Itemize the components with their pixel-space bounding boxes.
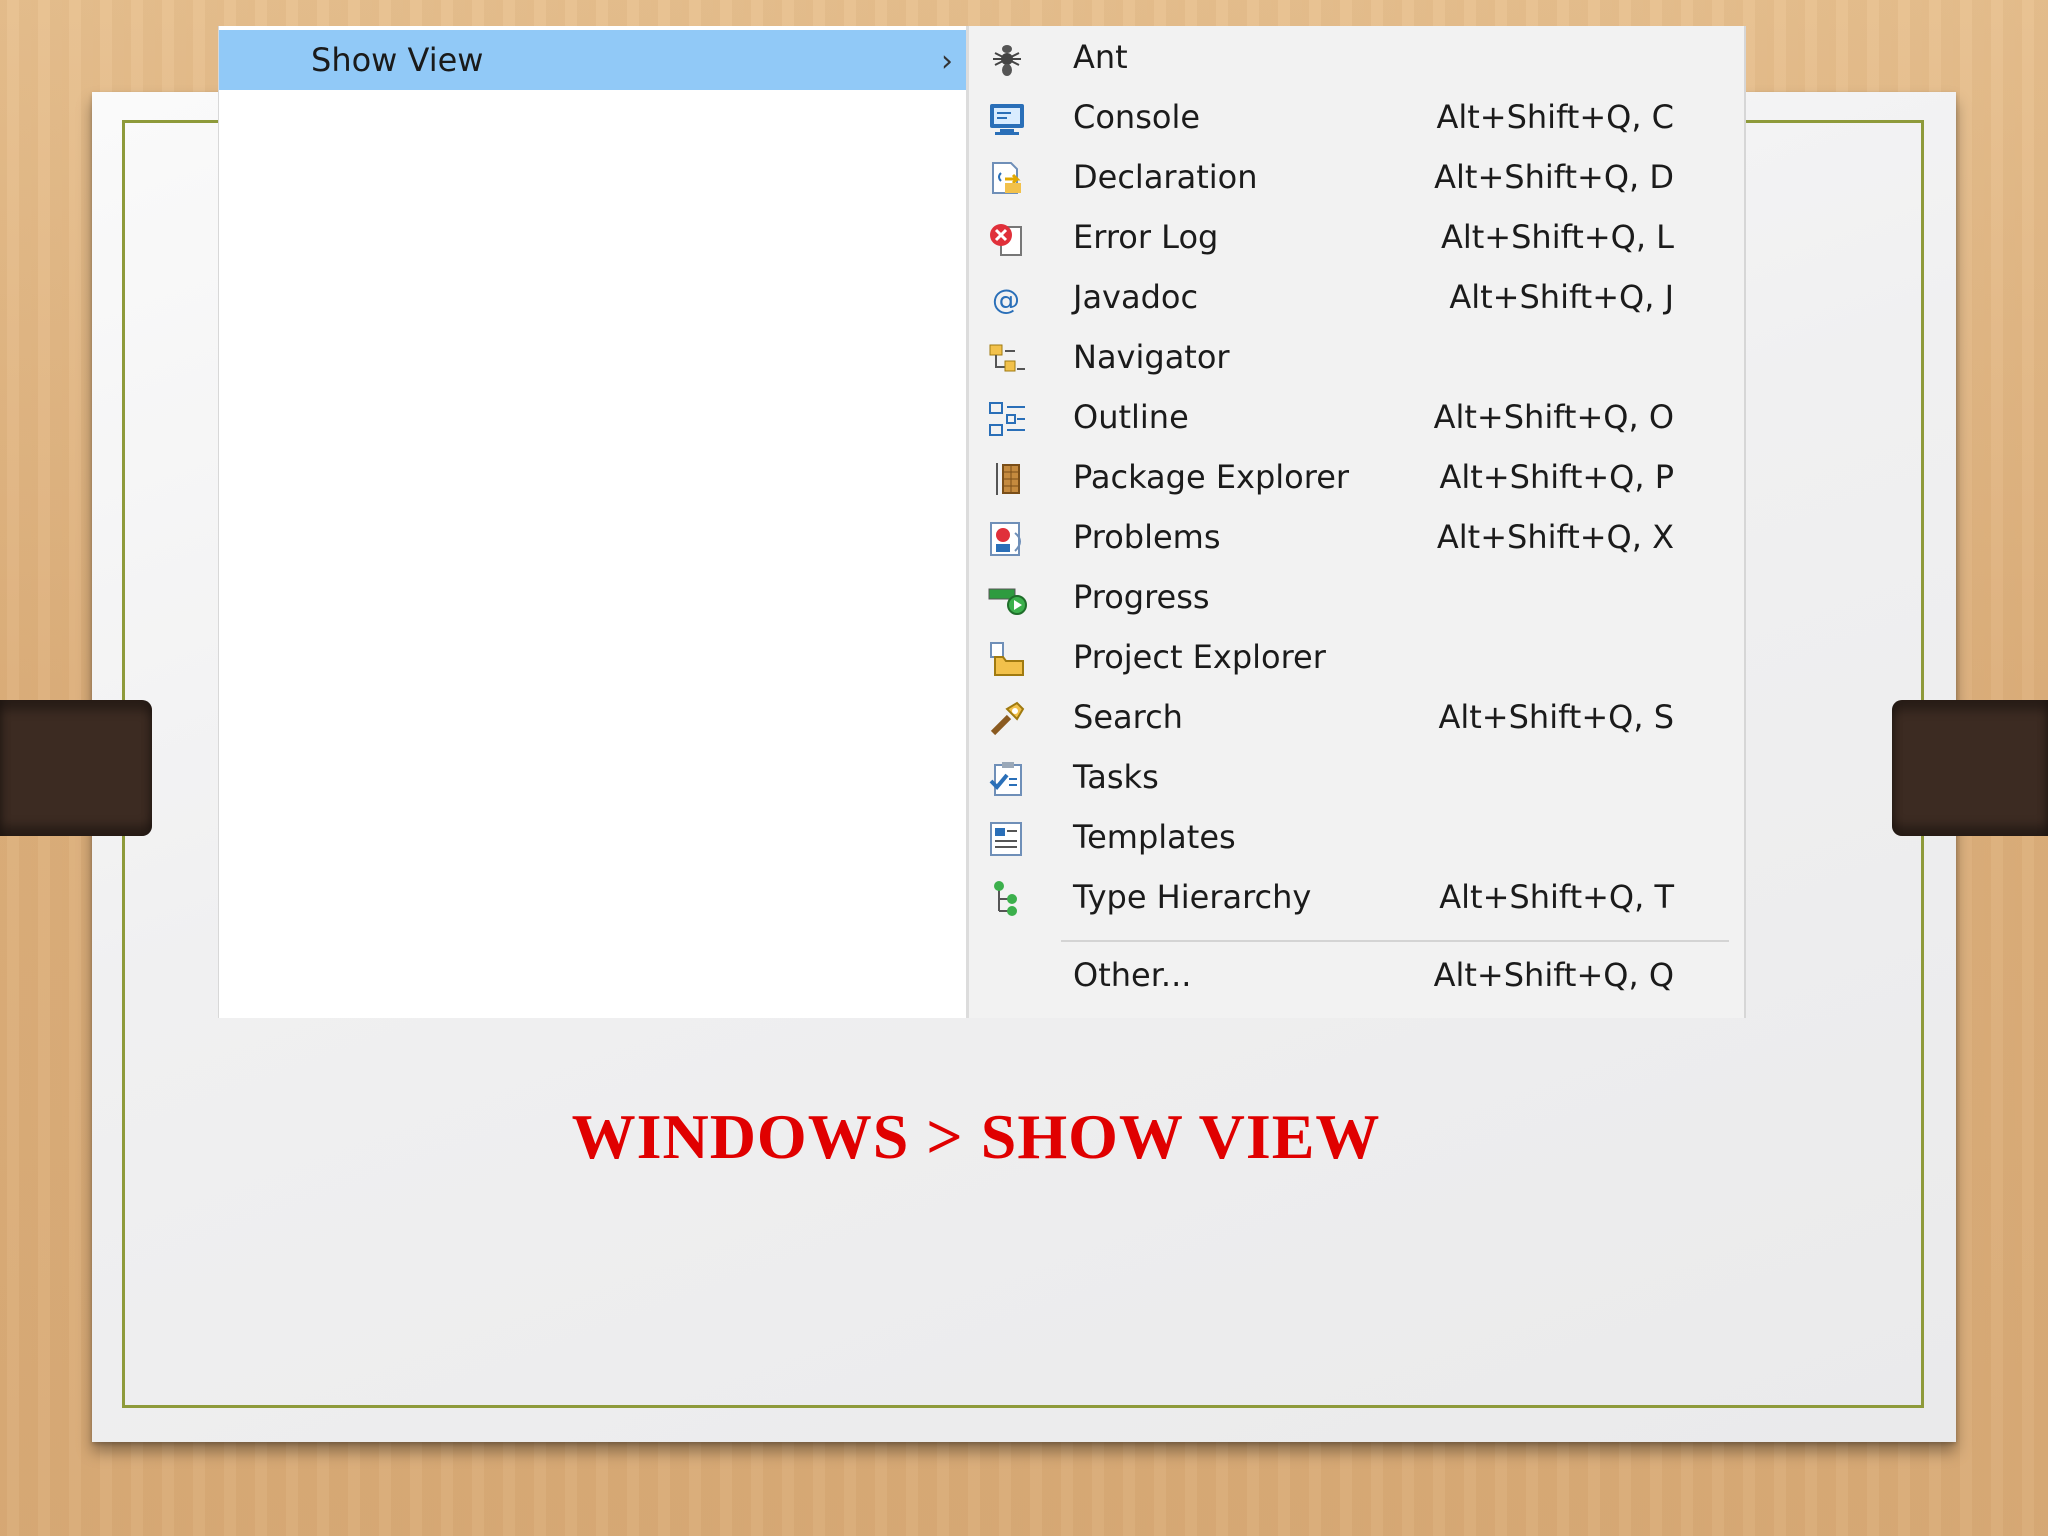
menu-item-shortcut: Alt+Shift+Q, X [1436,518,1674,556]
menu-item-label: Project Explorer [1073,638,1326,676]
menu-item-shortcut: Alt+Shift+Q, Q [1433,956,1674,994]
left-strap [0,700,152,836]
menu-item-declaration[interactable]: Declaration Alt+Shift+Q, D [969,148,1744,208]
progress-icon [988,588,1027,615]
menu-item-label: Error Log [1073,218,1219,256]
templates-icon [990,822,1022,856]
menu-item-shortcut: Alt+Shift+Q, O [1433,398,1674,436]
menu-item-label: Console [1073,98,1201,136]
ant-icon [993,45,1021,76]
menu-item-shortcut: Alt+Shift+Q, C [1436,98,1674,136]
window-menu: Show View › [218,26,967,1018]
show-view-label: Show View [311,41,484,79]
menu-item-templates[interactable]: Templates [969,808,1744,868]
menu-item-shortcut: Alt+Shift+Q, D [1434,158,1674,196]
javadoc-icon: @ [992,283,1020,316]
error-log-icon [990,224,1022,256]
project-explorer-icon [990,642,1024,676]
console-icon [990,104,1024,135]
menu-item-label: Templates [1073,818,1236,856]
menu-item-label: Package Explorer [1073,458,1350,496]
menu-item-label: Outline [1073,398,1189,436]
menu-item-search[interactable]: Search Alt+Shift+Q, S [969,688,1744,748]
menu-item-label: Javadoc [1073,278,1199,316]
menu-item-project-explorer[interactable]: Project Explorer [969,628,1744,688]
menu-item-shortcut: Alt+Shift+Q, T [1439,878,1674,916]
type-hierarchy-icon [994,881,1017,916]
svg-text:@: @ [992,283,1020,316]
show-view-submenu: Ant Console Alt+Shift+Q, C Declaration A… [966,26,1746,1018]
menu-item-label: Problems [1073,518,1221,556]
menu-item-shortcut: Alt+Shift+Q, S [1438,698,1674,736]
menu-item-shortcut: Alt+Shift+Q, L [1440,218,1674,256]
menu-item-shortcut: Alt+Shift+Q, J [1449,278,1674,316]
slide-caption: WINDOWS > SHOW VIEW [571,1101,1381,1172]
menu-item-label: Tasks [1073,758,1159,796]
declaration-icon [992,162,1021,194]
menu-item-label: Navigator [1073,338,1230,376]
menu-item-label: Progress [1073,578,1210,616]
right-strap [1892,700,2048,836]
show-view-menu-item[interactable]: Show View › [219,30,967,90]
menu-separator [1061,940,1729,942]
menu-item-problems[interactable]: Problems Alt+Shift+Q, X [969,508,1744,568]
menu-item-ant[interactable]: Ant [969,28,1744,88]
package-explorer-icon [996,463,1020,495]
menu-item-label: Ant [1073,38,1128,76]
menu-item-label: Other... [1073,956,1192,994]
chevron-right-icon: › [941,44,953,79]
menu-item-shortcut: Alt+Shift+Q, P [1439,458,1674,496]
menu-item-label: Type Hierarchy [1073,878,1312,916]
navigator-icon [989,344,1025,372]
menu-item-label: Declaration [1073,158,1258,196]
menu-item-tasks[interactable]: Tasks [969,748,1744,808]
outline-icon [989,402,1025,436]
problems-icon [990,522,1021,556]
tasks-icon [989,762,1022,796]
menu-item-outline[interactable]: Outline Alt+Shift+Q, O [969,388,1744,448]
menu-item-other[interactable]: Other... Alt+Shift+Q, Q [969,946,1744,1006]
menu-item-navigator[interactable]: Navigator [969,328,1744,388]
menu-item-progress[interactable]: Progress [969,568,1744,628]
search-icon [990,701,1025,736]
menu-item-javadoc[interactable]: @ Javadoc Alt+Shift+Q, J [969,268,1744,328]
menu-item-error-log[interactable]: Error Log Alt+Shift+Q, L [969,208,1744,268]
menu-item-console[interactable]: Console Alt+Shift+Q, C [969,88,1744,148]
menu-item-package-explorer[interactable]: Package Explorer Alt+Shift+Q, P [969,448,1744,508]
menu-item-type-hierarchy[interactable]: Type Hierarchy Alt+Shift+Q, T [969,868,1744,928]
menu-item-label: Search [1073,698,1183,736]
